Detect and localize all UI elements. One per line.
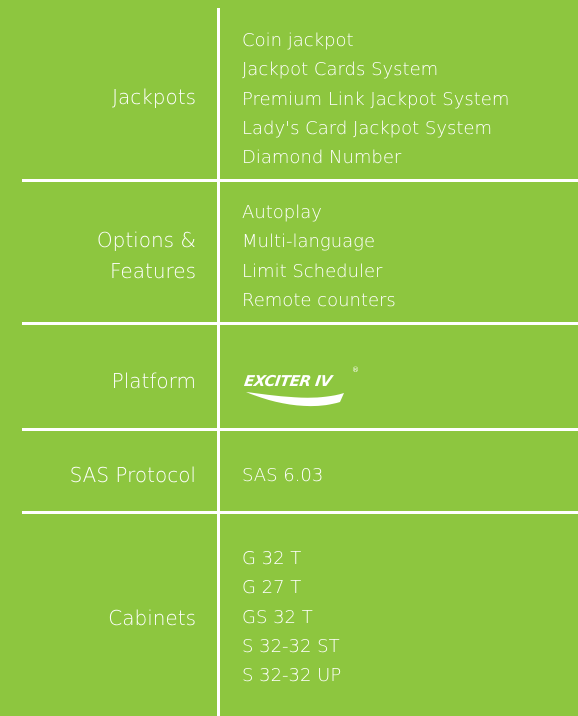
- row-values-jackpots: Coin jackpot Jackpot Cards System Premiu…: [242, 26, 509, 172]
- row-label-sas-protocol: SAS Protocol: [69, 463, 196, 487]
- list-item: Diamond Number: [242, 147, 402, 169]
- logo-swoosh: [246, 392, 344, 407]
- list-item: S 32-32 ST: [242, 635, 340, 657]
- logo-text: EXCITER IV: [244, 372, 335, 390]
- logo-registered-mark: ®: [352, 366, 359, 374]
- exciter-iv-logo: EXCITER IV ®: [243, 362, 364, 418]
- list-item: GS 32 T: [242, 606, 313, 628]
- row-values-sas-protocol: SAS 6.03: [242, 461, 323, 490]
- row-values-options-features: Autoplay Multi-language Limit Scheduler …: [242, 198, 396, 315]
- list-item: Remote counters: [242, 289, 396, 311]
- list-item: Coin jackpot: [242, 30, 354, 51]
- column-divider: [217, 8, 220, 716]
- list-item: Jackpot Cards System: [242, 59, 439, 81]
- list-item: Autoplay: [242, 202, 322, 223]
- list-item: G 27 T: [242, 577, 302, 599]
- row-divider: [22, 428, 578, 431]
- list-item: S 32-32 UP: [242, 665, 342, 687]
- list-item: Limit Scheduler: [242, 260, 383, 282]
- list-item: Lady's Card Jackpot System: [242, 117, 493, 139]
- list-item: Premium Link Jackpot System: [242, 88, 510, 110]
- row-label-cabinets: Cabinets: [108, 606, 196, 630]
- row-values-cabinets: G 32 T G 27 T GS 32 T S 32-32 ST S 32-32…: [242, 544, 341, 690]
- row-divider: [22, 179, 578, 182]
- list-item: G 32 T: [242, 548, 302, 569]
- list-item: Multi-language: [242, 231, 376, 253]
- row-label-platform: Platform: [111, 369, 196, 393]
- row-divider: [22, 322, 578, 325]
- row-label-options-features: Options & Features: [96, 228, 196, 283]
- row-divider: [22, 511, 578, 514]
- list-item: SAS 6.03: [242, 465, 324, 486]
- row-label-jackpots: Jackpots: [112, 85, 196, 109]
- spec-table: Jackpots Coin jackpot Jackpot Cards Syst…: [0, 0, 578, 716]
